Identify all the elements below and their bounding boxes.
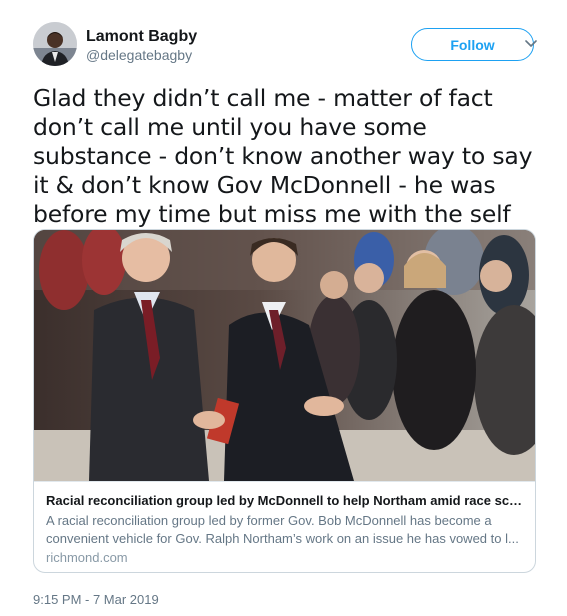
avatar[interactable] (33, 22, 77, 66)
follow-button[interactable]: Follow (411, 28, 534, 61)
user-handle[interactable]: @delegatebagby (86, 46, 197, 64)
chevron-down-icon[interactable] (523, 37, 539, 51)
user-names: Lamont Bagby @delegatebagby (86, 27, 197, 64)
card-body[interactable]: Racial reconciliation group led by McDon… (34, 481, 535, 572)
link-card[interactable]: Racial reconciliation group led by McDon… (33, 229, 536, 573)
card-domain: richmond.com (46, 550, 128, 565)
card-title[interactable]: Racial reconciliation group led by McDon… (46, 492, 523, 509)
tweet-header: Lamont Bagby @delegatebagby Follow (33, 22, 543, 70)
card-description: A racial reconciliation group led by for… (46, 513, 519, 546)
tweet-timestamp[interactable]: 9:15 PM - 7 Mar 2019 (33, 592, 159, 607)
display-name[interactable]: Lamont Bagby (86, 27, 197, 46)
card-image[interactable] (34, 230, 535, 481)
